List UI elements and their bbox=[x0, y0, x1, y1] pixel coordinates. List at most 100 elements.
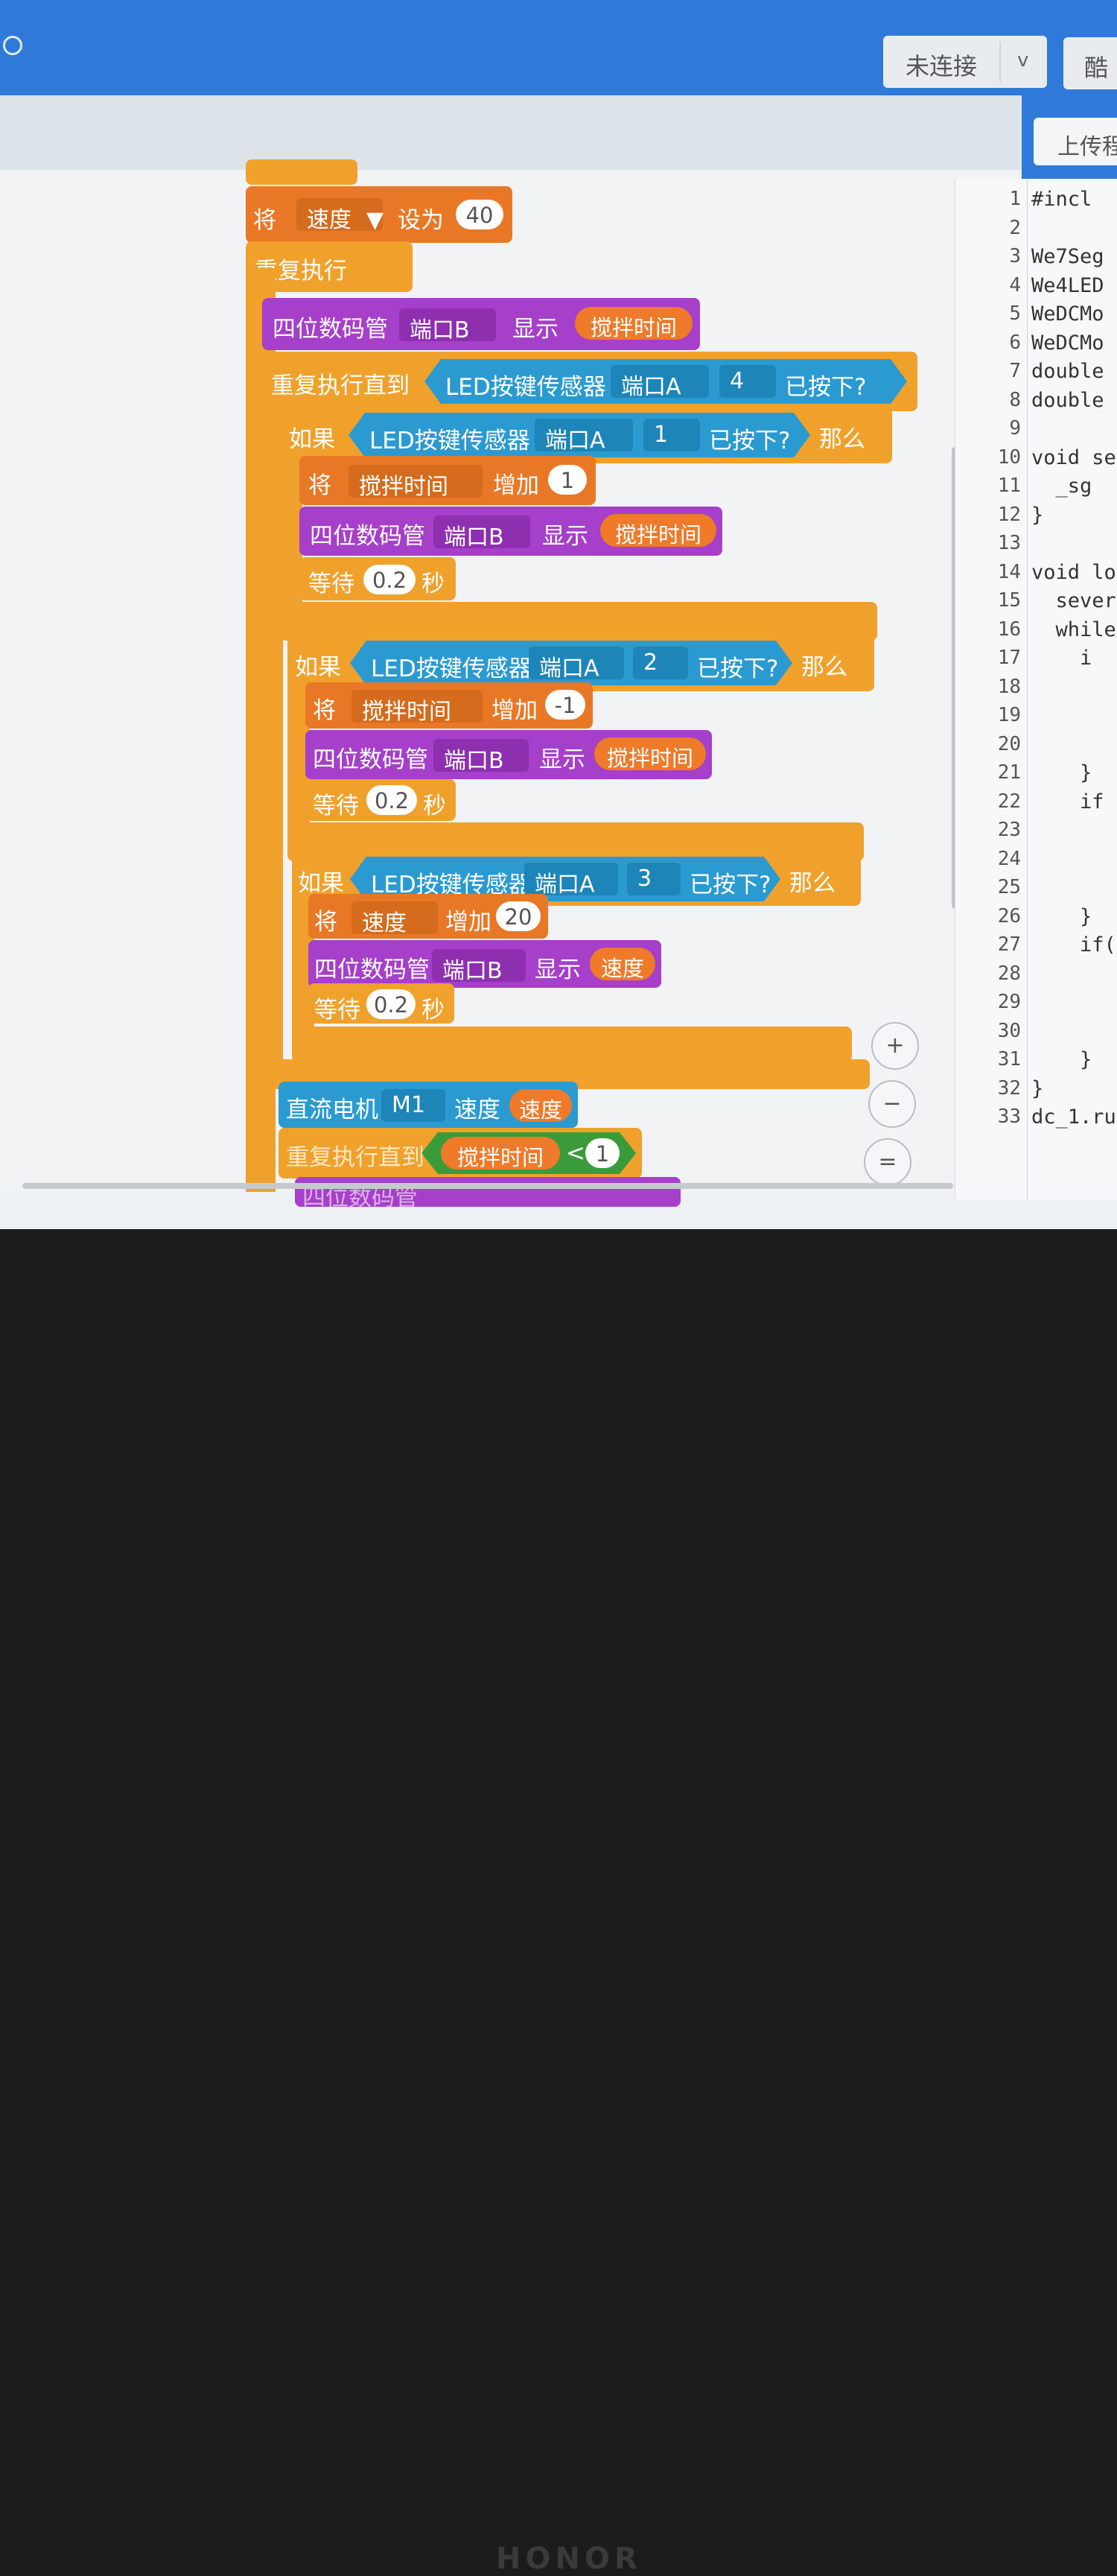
code-line[interactable]: } bbox=[1031, 504, 1043, 527]
change-var-block[interactable]: 将 搅拌时间 增加 1 bbox=[299, 456, 596, 505]
code-line[interactable]: if(b bbox=[1031, 933, 1117, 957]
canvas-h-scrollbar[interactable] bbox=[22, 1183, 953, 1189]
key-sensor-condition[interactable]: LED按键传感器 端口A 4 已按下? bbox=[424, 359, 907, 404]
set-label: 将 bbox=[308, 472, 331, 499]
compare-condition[interactable]: 搅拌时间 < 1 bbox=[421, 1132, 636, 1174]
line-number: 1 bbox=[1009, 188, 1021, 210]
var-dropdown[interactable]: 搅拌时间 bbox=[349, 465, 483, 500]
code-line[interactable]: sever bbox=[1031, 589, 1116, 612]
wait-value[interactable]: 0.2 bbox=[366, 989, 416, 1019]
wait-block[interactable]: 等待 0.2 秒 bbox=[308, 983, 454, 1024]
wait-value[interactable]: 0.2 bbox=[363, 565, 416, 594]
port-label: 端口B bbox=[410, 317, 470, 343]
zoom-in-button[interactable]: + bbox=[871, 1022, 919, 1070]
speed-value[interactable]: 40 bbox=[456, 200, 503, 229]
change-value[interactable]: 20 bbox=[496, 901, 541, 931]
var-dropdown[interactable]: 搅拌时间 bbox=[351, 690, 483, 725]
key-dropdown[interactable]: 1 bbox=[643, 419, 700, 451]
code-line[interactable]: We7Seg bbox=[1031, 245, 1104, 268]
code-line[interactable]: } bbox=[1031, 1077, 1043, 1100]
line-number: 19 bbox=[997, 704, 1021, 726]
code-line[interactable]: WeDCMo bbox=[1031, 331, 1104, 355]
port-dropdown[interactable]: 端口A bbox=[611, 365, 709, 398]
wait-label: 等待 bbox=[314, 997, 360, 1024]
change-var-block[interactable]: 将 速度 增加 20 bbox=[308, 894, 548, 939]
dc-motor-block[interactable]: 直流电机 M1 速度 速度 bbox=[279, 1082, 578, 1128]
display-block[interactable]: 四位数码管 端口B 显示 搅拌时间 bbox=[299, 507, 722, 556]
port-dropdown[interactable]: 端口B bbox=[433, 739, 529, 774]
code-line[interactable]: void se bbox=[1031, 446, 1116, 469]
code-line[interactable]: dc_1.run( bbox=[1031, 1105, 1117, 1129]
line-number: 28 bbox=[997, 962, 1021, 985]
var-reporter[interactable]: 速度 bbox=[590, 948, 655, 981]
pressed-label: 已按下? bbox=[785, 374, 867, 401]
motor-port-dropdown[interactable]: M1 bbox=[381, 1089, 445, 1122]
code-line[interactable]: } bbox=[1031, 761, 1092, 784]
var-reporter[interactable]: 搅拌时间 bbox=[441, 1137, 560, 1170]
code-line[interactable]: } bbox=[1031, 1048, 1092, 1071]
display-block-partial[interactable]: 四位数码管 bbox=[295, 1177, 681, 1211]
zoom-reset-icon: = bbox=[878, 1149, 897, 1175]
change-value[interactable]: -1 bbox=[545, 690, 585, 720]
wait-block[interactable]: 等待 0.2 秒 bbox=[299, 557, 456, 600]
code-line[interactable]: double bbox=[1031, 360, 1104, 383]
stir-time-var[interactable]: 搅拌时间 bbox=[575, 307, 693, 340]
speed-value-text: 40 bbox=[465, 203, 494, 228]
port-dropdown[interactable]: 端口A bbox=[529, 647, 624, 679]
repeat-until-block[interactable]: 重复执行直到 LED按键传感器 端口A 4 已按下? bbox=[262, 352, 917, 411]
code-line[interactable]: WeDCMo bbox=[1031, 302, 1104, 326]
key-sensor-condition[interactable]: LED按键传感器 端口A 1 已按下? bbox=[349, 413, 810, 457]
change-value[interactable]: 1 bbox=[548, 465, 587, 495]
port-dropdown[interactable]: 端口A bbox=[524, 863, 618, 895]
port-dropdown[interactable]: 端口B bbox=[433, 515, 530, 551]
line-number: 6 bbox=[1009, 331, 1021, 354]
wait-value-text: 0.2 bbox=[374, 788, 410, 813]
code-line[interactable]: } bbox=[1031, 905, 1092, 928]
zoom-reset-button[interactable]: = bbox=[864, 1138, 911, 1186]
zoom-out-icon: − bbox=[882, 1091, 902, 1117]
key-dropdown[interactable]: 2 bbox=[633, 647, 688, 679]
display-name: 四位数码管 bbox=[314, 957, 430, 983]
key-dropdown[interactable]: 4 bbox=[719, 365, 776, 398]
zoom-out-button[interactable]: − bbox=[868, 1080, 916, 1128]
change-var-block[interactable]: 将 搅拌时间 增加 -1 bbox=[305, 682, 593, 729]
code-line[interactable]: #incl bbox=[1031, 188, 1092, 211]
line-number: 20 bbox=[997, 732, 1021, 755]
display-block[interactable]: 四位数码管 端口B 显示 速度 bbox=[308, 940, 661, 988]
line-number: 14 bbox=[997, 560, 1021, 583]
compare-value[interactable]: 1 bbox=[585, 1138, 620, 1168]
key-dropdown[interactable]: 3 bbox=[627, 863, 681, 895]
op-label: 增加 bbox=[493, 472, 539, 499]
wait-label: 等待 bbox=[313, 793, 359, 819]
code-line[interactable]: _sg bbox=[1031, 475, 1092, 498]
display-block[interactable]: 四位数码管 端口B 显示 搅拌时间 bbox=[262, 298, 700, 350]
code-line[interactable]: while bbox=[1031, 618, 1116, 641]
port-dropdown[interactable]: 端口B bbox=[399, 308, 496, 343]
port-dropdown[interactable]: 端口B bbox=[432, 949, 526, 984]
code-line[interactable]: double bbox=[1031, 389, 1104, 412]
set-speed-block[interactable]: 将 速度 ▼ 设为 40 bbox=[246, 186, 512, 243]
var-reporter[interactable]: 速度 bbox=[509, 1089, 572, 1123]
code-line[interactable]: i bbox=[1031, 647, 1092, 670]
hat-block-tail[interactable] bbox=[246, 159, 357, 185]
code-line[interactable]: if bbox=[1031, 790, 1104, 813]
code-line[interactable]: We4LED bbox=[1031, 274, 1104, 297]
if-block-1[interactable]: 如果 LED按键传感器 端口A 1 已按下? 那么 bbox=[280, 407, 892, 463]
var-dropdown[interactable]: 速度 bbox=[351, 901, 438, 936]
key-label: 4 bbox=[730, 368, 745, 394]
compare-op: < bbox=[566, 1140, 585, 1167]
wait-block[interactable]: 等待 0.2 秒 bbox=[305, 779, 456, 821]
code-line[interactable]: void loo bbox=[1031, 561, 1117, 584]
speed-var-dropdown[interactable]: 速度 ▼ bbox=[296, 198, 384, 233]
var-reporter[interactable]: 搅拌时间 bbox=[594, 737, 706, 771]
display-block[interactable]: 四位数码管 端口B 显示 搅拌时间 bbox=[305, 730, 712, 779]
key-sensor-condition[interactable]: LED按键传感器 端口A 2 已按下? bbox=[350, 641, 792, 685]
repeat-until-block-2[interactable]: 重复执行直到 搅拌时间 < 1 bbox=[279, 1128, 642, 1178]
var-reporter[interactable]: 搅拌时间 bbox=[600, 514, 716, 548]
line-number: 17 bbox=[997, 647, 1021, 669]
wait-value[interactable]: 0.2 bbox=[366, 785, 417, 815]
var-reporter-text: 速度 bbox=[518, 1097, 562, 1123]
port-label: 端口A bbox=[621, 374, 681, 400]
port-dropdown[interactable]: 端口A bbox=[535, 419, 633, 451]
laptop-bezel: HONOR bbox=[0, 1229, 1117, 2576]
